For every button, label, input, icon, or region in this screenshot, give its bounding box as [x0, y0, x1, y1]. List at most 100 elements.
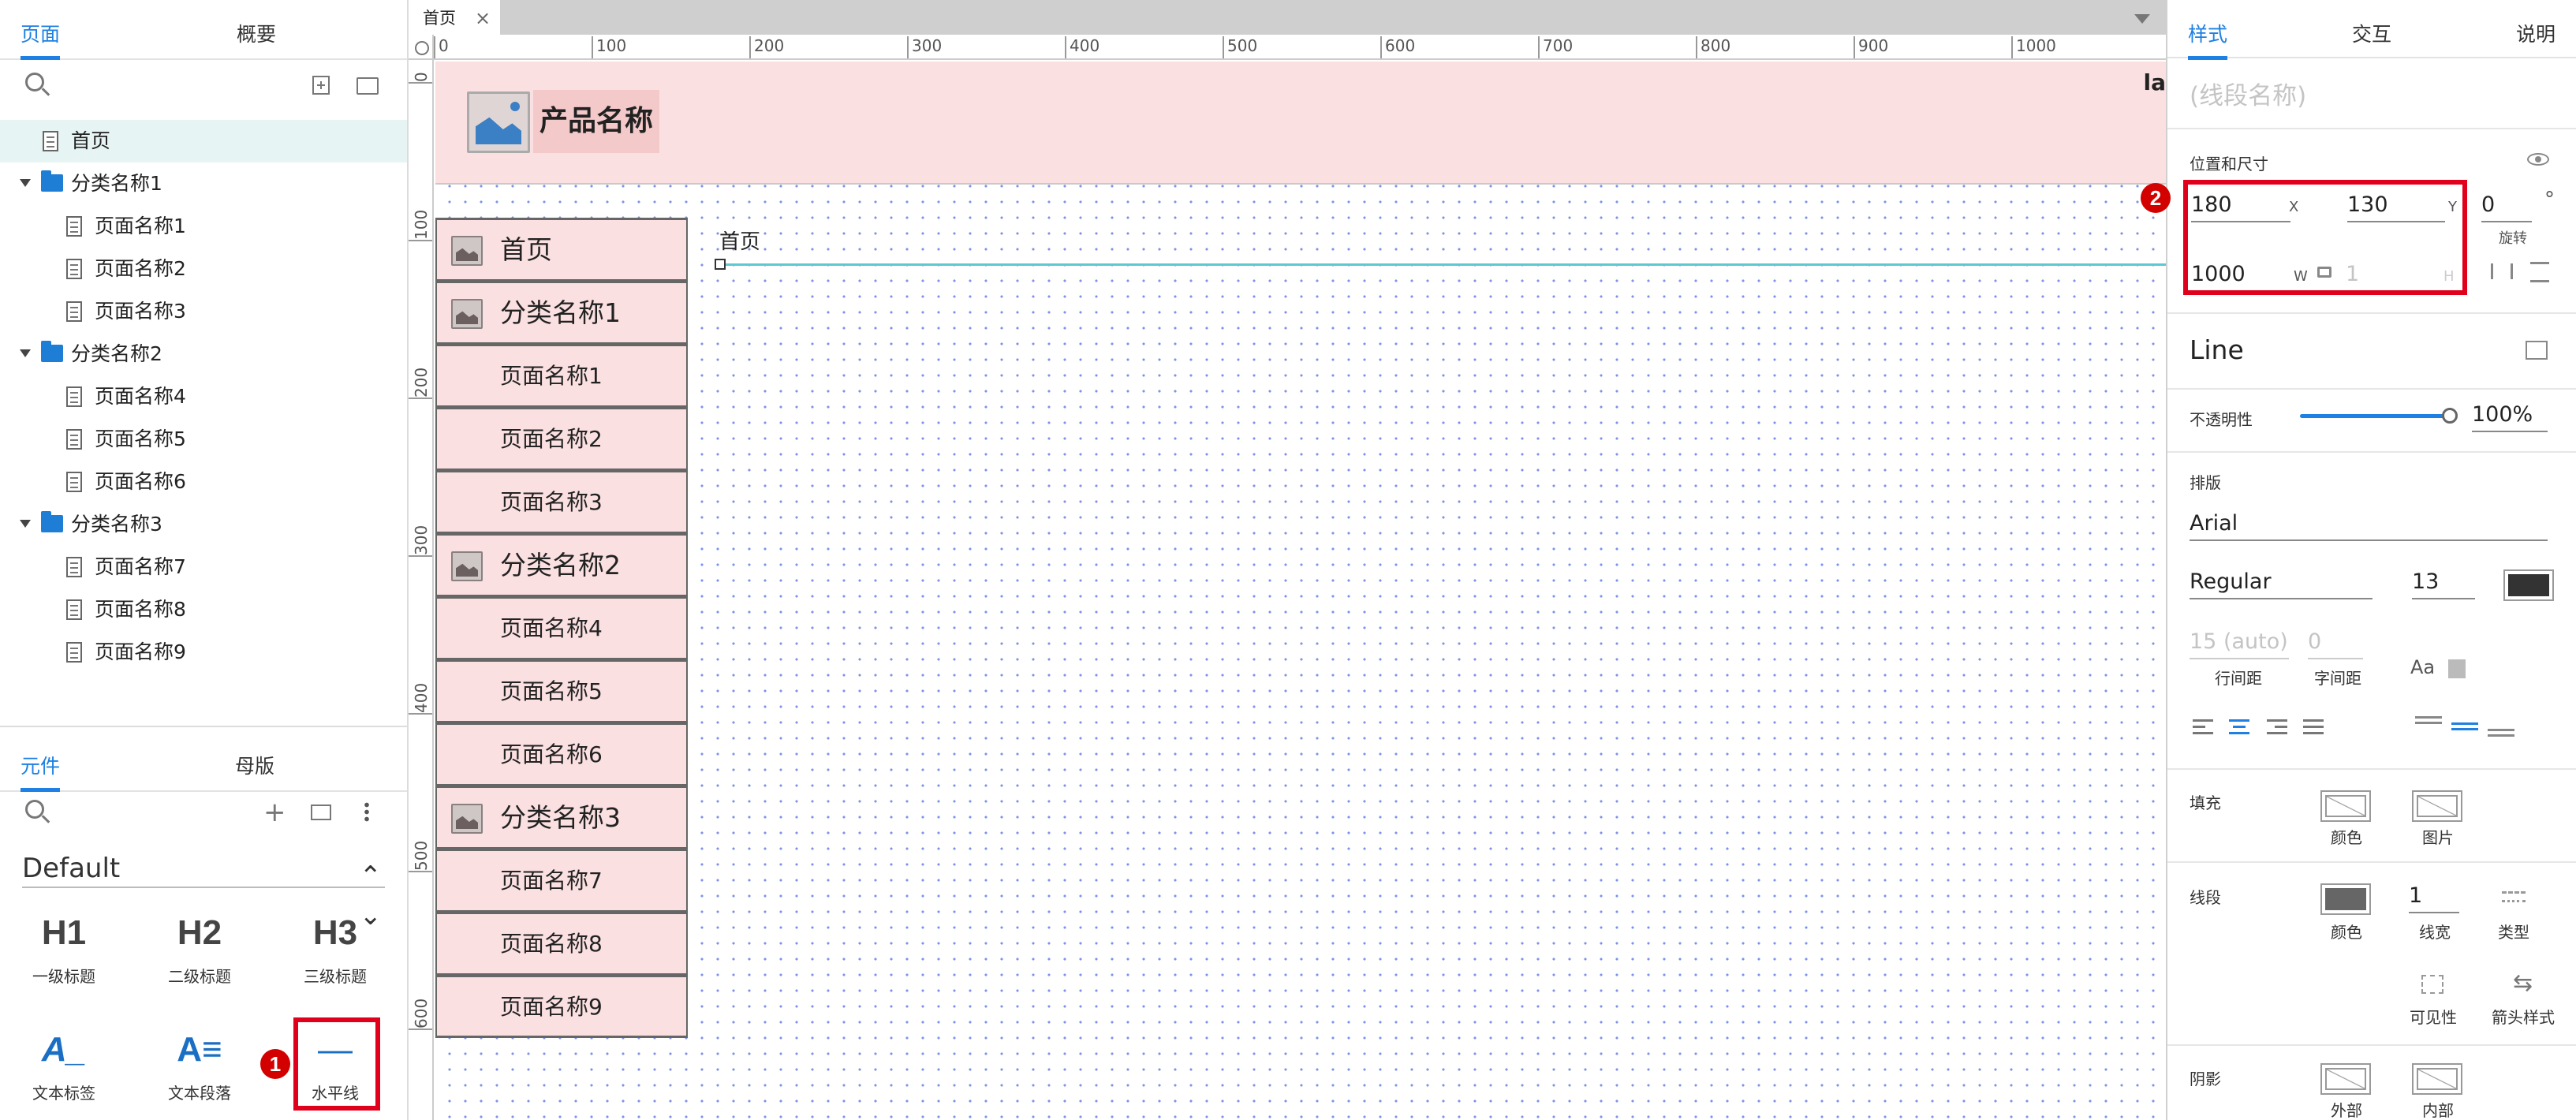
tree-item-page-4[interactable]: 页面名称4: [0, 375, 407, 418]
chevron-down-icon[interactable]: [2134, 14, 2150, 24]
tree-item-home[interactable]: 首页: [0, 120, 407, 162]
tree-folder-3[interactable]: 分类名称3: [0, 503, 407, 546]
nav-item-page-1[interactable]: 页面名称1: [435, 344, 688, 407]
search-icon[interactable]: [25, 800, 44, 819]
style-name[interactable]: Line: [2190, 334, 2244, 365]
eye-icon[interactable]: [2527, 153, 2549, 166]
shape-name-input[interactable]: (线段名称): [2190, 76, 2306, 111]
align-left-icon[interactable]: [2193, 719, 2213, 735]
divider: [2167, 1044, 2576, 1046]
close-icon[interactable]: ×: [475, 0, 491, 36]
tree-folder-2[interactable]: 分类名称2: [0, 333, 407, 375]
nav-item-page-7[interactable]: 页面名称7: [435, 849, 688, 912]
nav-item-page-9[interactable]: 页面名称9: [435, 975, 688, 1038]
divider: [2167, 861, 2576, 863]
tree-item-page-9[interactable]: 页面名称9: [0, 631, 407, 674]
panel-divider[interactable]: [0, 726, 407, 727]
copy-icon[interactable]: [311, 805, 331, 820]
inner-shadow-swatch[interactable]: [2412, 1063, 2462, 1095]
tree-folder-1[interactable]: 分类名称1: [0, 162, 407, 205]
inner-shadow-label: 内部: [2422, 1101, 2454, 1120]
arrow-style-icon[interactable]: ⇆: [2513, 972, 2533, 995]
text-case-icon[interactable]: Aa: [2410, 656, 2435, 678]
font-family-select[interactable]: Arial: [2190, 508, 2548, 541]
tree-item-page-7[interactable]: 页面名称7: [0, 546, 407, 588]
breadcrumb-text[interactable]: 首页: [719, 226, 760, 255]
expand-caret-icon[interactable]: [20, 349, 31, 357]
library-select[interactable]: Default ⌃ ⌄: [22, 849, 385, 931]
widget-h2[interactable]: H2 二级标题: [140, 905, 259, 1008]
header-right-text[interactable]: la: [2144, 69, 2167, 95]
search-icon[interactable]: [25, 73, 44, 91]
widget-paragraph[interactable]: A≡ 文本段落: [140, 1022, 259, 1120]
nav-item-page-8[interactable]: 页面名称8: [435, 912, 688, 975]
line-type-icon[interactable]: [2502, 891, 2526, 902]
fit-height-icon[interactable]: [2530, 262, 2549, 282]
canvas-grid[interactable]: [435, 62, 2166, 1120]
more-icon[interactable]: [364, 801, 369, 822]
font-color-swatch[interactable]: [2503, 569, 2554, 601]
tab-notes[interactable]: 说明: [2516, 0, 2555, 60]
expand-caret-icon[interactable]: [20, 179, 31, 187]
ruler-origin-icon[interactable]: [409, 35, 434, 60]
add-icon[interactable]: +: [263, 799, 286, 826]
widget-h3[interactable]: H3 三级标题: [276, 905, 394, 1008]
nav-item-page-3[interactable]: 页面名称3: [435, 470, 688, 533]
tab-masters[interactable]: 母版: [235, 732, 274, 792]
tree-item-page-2[interactable]: 页面名称2: [0, 248, 407, 290]
nav-item-page-5[interactable]: 页面名称5: [435, 659, 688, 722]
expand-caret-icon[interactable]: [20, 520, 31, 528]
line-height-field[interactable]: 15 (auto): [2190, 626, 2289, 659]
tree-item-page-1[interactable]: 页面名称1: [0, 205, 407, 248]
outer-shadow-swatch[interactable]: [2320, 1063, 2371, 1095]
tree-item-label: 首页: [71, 129, 111, 152]
valign-middle-icon[interactable]: [2451, 722, 2478, 730]
selected-horizontal-line[interactable]: [719, 263, 2166, 266]
nav-item-home[interactable]: 首页: [435, 218, 688, 281]
font-weight-select[interactable]: Regular: [2190, 566, 2373, 599]
widget-text-label[interactable]: A_ 文本标签: [5, 1022, 123, 1120]
image-placeholder-icon[interactable]: [467, 91, 530, 153]
tab-interactions[interactable]: 交互: [2352, 0, 2391, 60]
fill-color-swatch[interactable]: [2320, 790, 2371, 822]
tab-outline[interactable]: 概要: [237, 0, 276, 60]
document-tab[interactable]: 首页 ×: [409, 0, 500, 35]
tab-style[interactable]: 样式: [2188, 0, 2228, 60]
tree-item-page-8[interactable]: 页面名称8: [0, 588, 407, 631]
valign-top-icon[interactable]: [2415, 716, 2442, 724]
letter-spacing-field[interactable]: 0: [2308, 626, 2363, 659]
tab-pages[interactable]: 页面: [21, 0, 61, 60]
valign-bottom-icon[interactable]: [2488, 729, 2514, 737]
add-page-icon[interactable]: [312, 76, 330, 95]
nav-item-category-3[interactable]: 分类名称3: [435, 786, 688, 849]
fill-image-swatch[interactable]: [2412, 790, 2462, 822]
align-right-icon[interactable]: [2267, 719, 2287, 735]
nav-item-category-2[interactable]: 分类名称2: [435, 533, 688, 596]
resize-handle[interactable]: [715, 259, 726, 270]
add-folder-icon[interactable]: [357, 77, 379, 95]
mock-header[interactable]: 产品名称 la: [435, 62, 2166, 185]
nav-item-category-1[interactable]: 分类名称1: [435, 281, 688, 344]
product-name[interactable]: 产品名称: [533, 90, 660, 153]
nav-item-page-2[interactable]: 页面名称2: [435, 407, 688, 470]
tree-item-page-3[interactable]: 页面名称3: [0, 290, 407, 333]
opacity-slider-handle[interactable]: [2442, 408, 2458, 424]
tree-item-page-6[interactable]: 页面名称6: [0, 461, 407, 503]
edit-style-icon[interactable]: [2526, 341, 2548, 360]
border-color-swatch[interactable]: [2320, 883, 2371, 915]
opacity-field[interactable]: 100%: [2472, 399, 2548, 432]
nav-item-page-4[interactable]: 页面名称4: [435, 596, 688, 659]
border-width-field[interactable]: 1: [2409, 880, 2459, 913]
font-size-field[interactable]: 13: [2412, 566, 2475, 599]
align-center-icon[interactable]: [2229, 719, 2249, 735]
tree-item-page-5[interactable]: 页面名称5: [0, 418, 407, 461]
visibility-icon[interactable]: [2421, 975, 2443, 994]
opacity-slider-track[interactable]: [2300, 414, 2450, 418]
rotation-field[interactable]: 0: [2481, 189, 2532, 222]
nav-item-page-6[interactable]: 页面名称6: [435, 722, 688, 786]
widget-h1[interactable]: H1 一级标题: [5, 905, 123, 1008]
align-justify-icon[interactable]: [2303, 719, 2324, 735]
text-format-icon[interactable]: [2448, 659, 2466, 678]
fit-width-icon[interactable]: [2491, 263, 2513, 279]
tab-widgets[interactable]: 元件: [21, 732, 61, 792]
